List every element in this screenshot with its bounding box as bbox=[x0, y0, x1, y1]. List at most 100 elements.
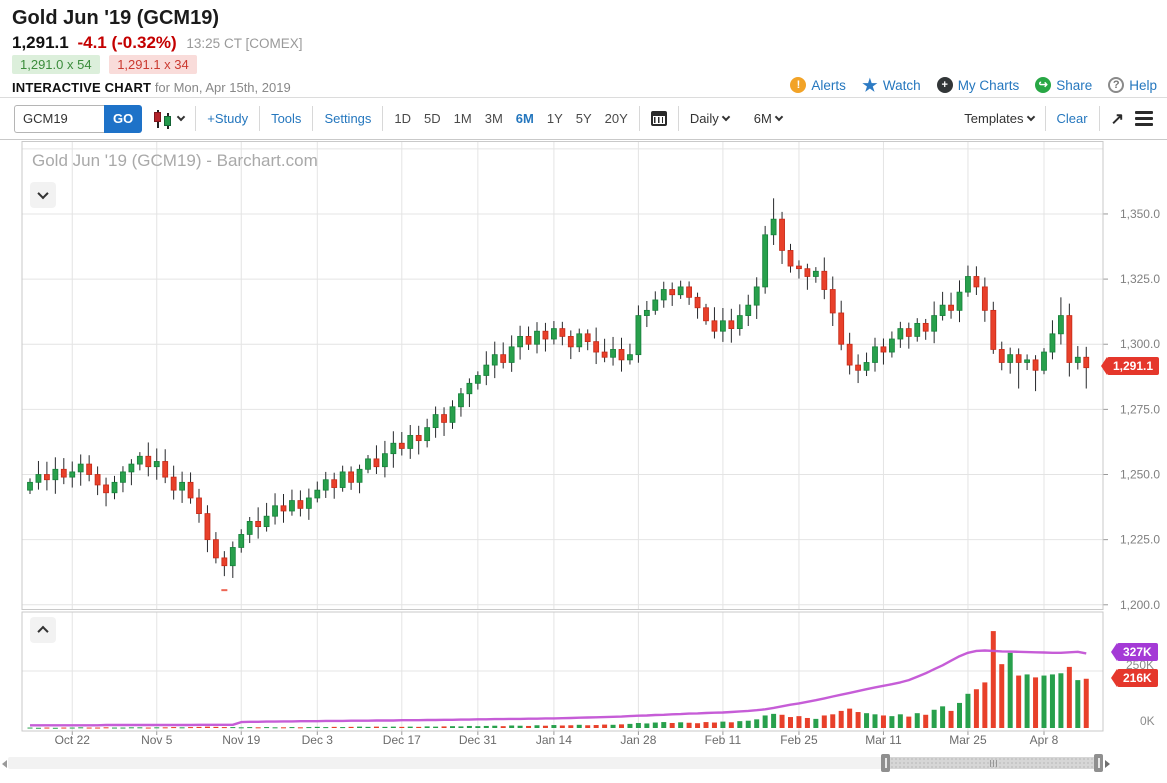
help-link[interactable]: ? Help bbox=[1108, 77, 1157, 93]
toolbar-divider bbox=[639, 106, 640, 131]
help-icon: ? bbox=[1108, 77, 1124, 93]
session-info: 13:25 CT [COMEX] bbox=[186, 36, 302, 51]
price-axis-label: 1,225.0 bbox=[1120, 533, 1160, 547]
candlestick-volume-chart[interactable]: 1,200.0 1,225.0 1,250.0 1,275.0 1,300.0 1,325… bbox=[0, 141, 1167, 751]
bid-ask-row: 1,291.0 x 54 1,291.1 x 34 bbox=[12, 57, 197, 72]
period-5y[interactable]: 5Y bbox=[576, 111, 592, 126]
period-6m[interactable]: 6M bbox=[516, 111, 534, 126]
alerts-label: Alerts bbox=[811, 78, 846, 93]
scrollbar-slider[interactable] bbox=[886, 757, 1100, 769]
date-axis-label: Dec 3 bbox=[302, 733, 334, 747]
toolbar-divider bbox=[382, 106, 383, 131]
range-dropdown[interactable]: 6M bbox=[754, 111, 782, 126]
alerts-link[interactable]: ! Alerts bbox=[790, 77, 846, 93]
period-20y[interactable]: 20Y bbox=[605, 111, 628, 126]
ask-badge: 1,291.1 x 34 bbox=[109, 55, 197, 74]
templates-dropdown[interactable]: Templates bbox=[964, 111, 1033, 126]
templates-label: Templates bbox=[964, 111, 1023, 126]
interactive-chart-subhead: INTERACTIVE CHART for Mon, Apr 15th, 201… bbox=[12, 80, 291, 95]
my-charts-link[interactable]: + My Charts bbox=[937, 77, 1020, 93]
frequency-dropdown[interactable]: Daily bbox=[690, 111, 729, 126]
share-icon: ↪ bbox=[1035, 77, 1051, 93]
last-price-badge: 1,291.1 bbox=[1107, 357, 1159, 375]
chevron-down-icon bbox=[721, 113, 729, 121]
date-axis-label: Mar 25 bbox=[949, 733, 987, 747]
scrollbar-left-handle[interactable] bbox=[881, 754, 890, 772]
date-axis-label: Feb 25 bbox=[780, 733, 818, 747]
price-axis-label: 1,200.0 bbox=[1120, 598, 1160, 612]
price-axis-label: 1,250.0 bbox=[1120, 468, 1160, 482]
help-label: Help bbox=[1129, 78, 1157, 93]
chart-toolbar: GO +Study Tools Settings 1D 5D 1M 3M 6M … bbox=[0, 98, 1167, 140]
volume-badge: 216K bbox=[1117, 669, 1158, 687]
price-axis-label: 1,325.0 bbox=[1120, 272, 1160, 286]
toolbar-divider bbox=[195, 106, 196, 131]
chart-horizontal-scrollbar bbox=[0, 752, 1167, 776]
open-interest-badge: 327K bbox=[1117, 643, 1158, 661]
barchart-interactive-chart-page: Gold Jun '19 (GCM19) 1,291.1 -4.1 (-0.32… bbox=[0, 0, 1167, 783]
go-button[interactable]: GO bbox=[104, 105, 142, 133]
period-3m[interactable]: 3M bbox=[485, 111, 503, 126]
period-1m[interactable]: 1M bbox=[454, 111, 472, 126]
toolbar-right-group: Templates Clear ↗ bbox=[964, 106, 1153, 131]
chevron-down-icon bbox=[177, 113, 185, 121]
chart-canvas[interactable]: 1,200.0 1,225.0 1,250.0 1,275.0 1,300.0 1,325… bbox=[0, 141, 1167, 783]
settings-button[interactable]: Settings bbox=[324, 111, 371, 126]
date-axis-label: Apr 8 bbox=[1030, 733, 1059, 747]
toolbar-divider bbox=[312, 106, 313, 131]
date-axis-label: Dec 17 bbox=[383, 733, 421, 747]
share-label: Share bbox=[1056, 78, 1092, 93]
price-axis-label: 1,350.0 bbox=[1120, 207, 1160, 221]
date-axis-label: Mar 11 bbox=[865, 733, 902, 747]
clear-button[interactable]: Clear bbox=[1057, 111, 1088, 126]
collapse-price-panel-button[interactable] bbox=[30, 182, 56, 208]
period-1d[interactable]: 1D bbox=[394, 111, 411, 126]
candlestick-chart-type-icon bbox=[153, 110, 174, 128]
date-axis-label: Oct 22 bbox=[55, 733, 91, 747]
symbol-input[interactable] bbox=[14, 105, 104, 133]
chevron-down-icon bbox=[775, 113, 783, 121]
watch-star-icon: ★ bbox=[862, 77, 878, 93]
plus-circle-icon: + bbox=[937, 77, 953, 93]
watch-link[interactable]: ★ Watch bbox=[862, 77, 921, 93]
tools-button[interactable]: Tools bbox=[271, 111, 301, 126]
interactive-chart-label: INTERACTIVE CHART bbox=[12, 80, 151, 95]
date-axis-label: Nov 5 bbox=[141, 733, 173, 747]
toolbar-divider bbox=[1099, 106, 1100, 131]
toolbar-divider bbox=[678, 106, 679, 131]
chevron-down-icon bbox=[1026, 113, 1034, 121]
price-change: -4.1 (-0.32%) bbox=[77, 33, 176, 52]
collapse-volume-panel-button[interactable] bbox=[30, 617, 56, 643]
chart-date: for Mon, Apr 15th, 2019 bbox=[155, 80, 291, 95]
scroll-right-arrow-icon[interactable] bbox=[1105, 760, 1110, 768]
hamburger-menu-icon[interactable] bbox=[1135, 111, 1153, 126]
scrollbar-grip-icon bbox=[993, 760, 994, 767]
price-axis-label: 1,275.0 bbox=[1120, 402, 1160, 416]
share-link[interactable]: ↪ Share bbox=[1035, 77, 1092, 93]
last-price: 1,291.1 bbox=[12, 33, 69, 52]
expand-chart-icon[interactable]: ↗ bbox=[1111, 109, 1124, 129]
my-charts-label: My Charts bbox=[958, 78, 1020, 93]
header-links: ! Alerts ★ Watch + My Charts ↪ Share ? H… bbox=[790, 77, 1157, 93]
toolbar-divider bbox=[1045, 106, 1046, 131]
page-title: Gold Jun '19 (GCM19) bbox=[12, 7, 219, 30]
bid-badge: 1,291.0 x 54 bbox=[12, 55, 100, 74]
scrollbar-right-handle[interactable] bbox=[1094, 754, 1103, 772]
date-axis-label: Feb 11 bbox=[705, 733, 742, 747]
date-axis-label: Dec 31 bbox=[459, 733, 497, 747]
price-line: 1,291.1 -4.1 (-0.32%) 13:25 CT [COMEX] bbox=[12, 33, 302, 53]
chart-type-dropdown[interactable] bbox=[153, 110, 184, 128]
price-axis-label: 1,300.0 bbox=[1120, 337, 1160, 351]
add-study-button[interactable]: +Study bbox=[207, 111, 248, 126]
period-5d[interactable]: 5D bbox=[424, 111, 441, 126]
frequency-value: Daily bbox=[690, 111, 719, 126]
volume-axis-0k-label: 0K bbox=[1140, 714, 1155, 728]
scroll-left-arrow-icon[interactable] bbox=[2, 760, 7, 768]
date-axis-label: Nov 19 bbox=[222, 733, 260, 747]
alerts-icon: ! bbox=[790, 77, 806, 93]
toolbar-divider bbox=[259, 106, 260, 131]
date-axis-label: Jan 28 bbox=[620, 733, 656, 747]
calendar-icon[interactable] bbox=[651, 111, 667, 126]
watch-label: Watch bbox=[883, 78, 921, 93]
period-1y[interactable]: 1Y bbox=[547, 111, 563, 126]
